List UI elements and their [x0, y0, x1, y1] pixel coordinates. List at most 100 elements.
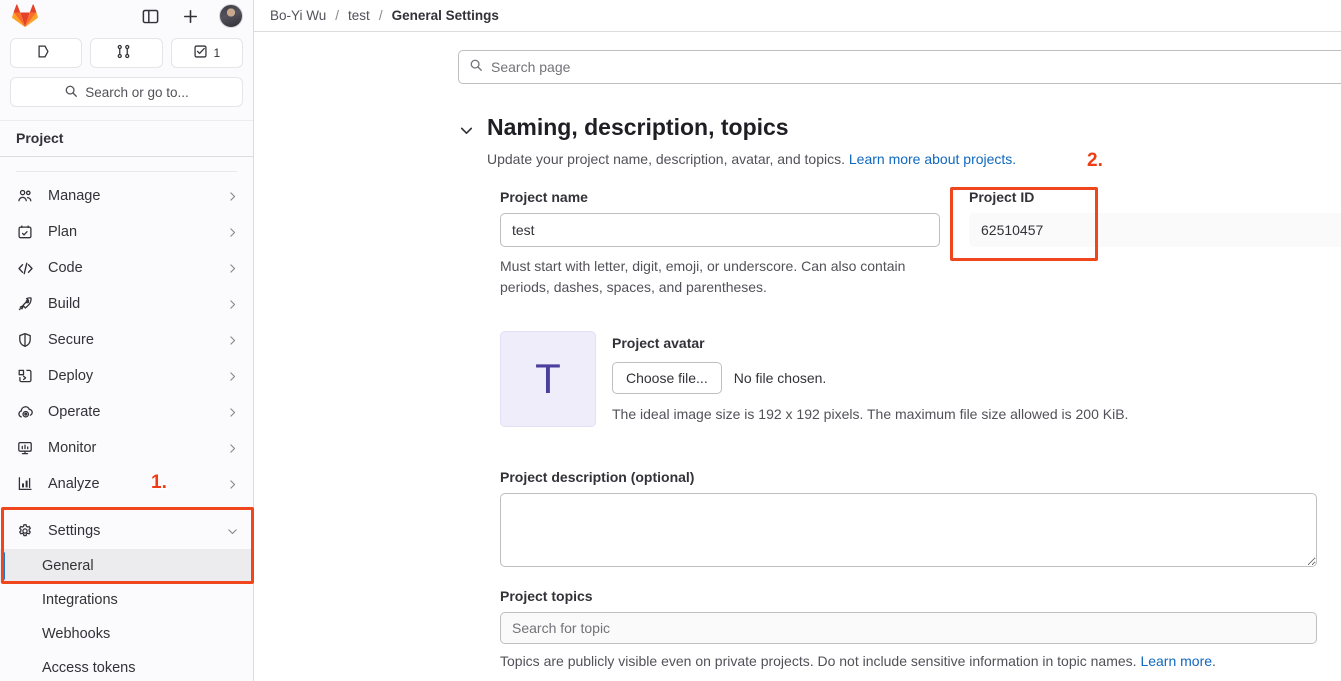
user-avatar[interactable]: [219, 4, 243, 28]
sidebar-item-label: Build: [48, 296, 81, 312]
deploy-icon: [14, 367, 36, 385]
topics-help-period: .: [1212, 653, 1216, 670]
breadcrumb: Bo-Yi Wu / test / General Settings: [254, 0, 1341, 32]
breadcrumb-project[interactable]: test: [348, 8, 370, 23]
project-name-help: Must start with letter, digit, emoji, or…: [500, 258, 906, 296]
todo-count-button[interactable]: 1: [170, 38, 243, 68]
sidebar-subitem-label: Integrations: [42, 592, 118, 608]
sidebar-item-webhooks[interactable]: Webhooks: [0, 617, 253, 651]
sidebar-nav: Manage Plan Code Build Secure Deploy Ope…: [0, 171, 253, 681]
sidebar-item-plan[interactable]: Plan: [0, 214, 253, 250]
sidebar-item-secure[interactable]: Secure: [0, 322, 253, 358]
users-icon: [14, 187, 36, 205]
sidebar-item-label: Manage: [48, 188, 101, 204]
gitlab-logo-icon[interactable]: [12, 3, 38, 29]
naming-section: Naming, description, topics Update your …: [458, 113, 1341, 669]
choose-file-button[interactable]: Choose file...: [612, 362, 722, 395]
chevron-right-icon: [226, 406, 239, 419]
settings-page: Search page Naming, description, topics …: [254, 50, 1341, 669]
chevron-right-icon: [226, 478, 239, 491]
rocket-icon: [14, 295, 36, 313]
sidebar: 1 Search or go to... Project Manage Plan…: [0, 0, 254, 681]
sidebar-item-operate[interactable]: Operate: [0, 394, 253, 430]
project-name-field: Project name: [500, 189, 940, 248]
nav-divider: [16, 171, 237, 172]
search-icon: [469, 58, 483, 77]
project-description-textarea[interactable]: [500, 493, 1317, 568]
sidebar-item-monitor[interactable]: Monitor: [0, 430, 253, 466]
merge-requests-icon: [116, 44, 131, 62]
project-description-label: Project description (optional): [500, 469, 695, 486]
project-name-label: Project name: [500, 189, 588, 206]
sidebar-item-analyze[interactable]: Analyze: [0, 466, 253, 502]
sidebar-toggle-icon[interactable]: [139, 5, 161, 27]
issues-icon: [36, 44, 51, 62]
chevron-right-icon: [226, 334, 239, 347]
search-page-placeholder: Search page: [491, 59, 571, 75]
naming-form: Project name Project ID 62510457 Must st…: [500, 189, 1341, 669]
name-id-row: Project name Project ID 62510457: [500, 189, 1341, 248]
project-id-field: Project ID 62510457: [940, 189, 1341, 248]
sidebar-item-access-tokens[interactable]: Access tokens: [0, 651, 253, 681]
section-description-text: Update your project name, description, a…: [487, 150, 845, 167]
sidebar-topbar: [0, 0, 253, 32]
main-content: Bo-Yi Wu / test / General Settings Searc…: [254, 0, 1341, 681]
sidebar-item-label: Operate: [48, 404, 101, 420]
project-avatar-section: T Project avatar Choose file... No file …: [500, 331, 1341, 428]
shield-icon: [14, 331, 36, 349]
search-input[interactable]: Search or go to...: [10, 77, 243, 107]
project-topics-input[interactable]: [500, 612, 1317, 645]
todo-count: 1: [213, 46, 221, 60]
monitor-icon: [14, 439, 36, 457]
cloud-icon: [14, 403, 36, 421]
app-root: 1 Search or go to... Project Manage Plan…: [0, 0, 1341, 681]
chevron-right-icon: [226, 190, 239, 203]
project-id-value: 62510457: [969, 213, 1341, 248]
avatar-help-text: The ideal image size is 192 x 192 pixels…: [612, 406, 1129, 423]
chart-icon: [14, 475, 36, 493]
sidebar-item-integrations[interactable]: Integrations: [0, 583, 253, 617]
sidebar-item-label: Monitor: [48, 440, 97, 456]
sidebar-item-build[interactable]: Build: [0, 286, 253, 322]
sidebar-item-label: Deploy: [48, 368, 94, 384]
sidebar-item-settings[interactable]: Settings: [0, 513, 253, 549]
breadcrumb-separator: /: [378, 8, 383, 23]
project-avatar-label: Project avatar: [612, 335, 705, 352]
sidebar-item-deploy[interactable]: Deploy: [0, 358, 253, 394]
sidebar-item-label: Settings: [48, 523, 101, 539]
learn-more-topics-link[interactable]: Learn more: [1140, 653, 1212, 669]
project-name-input[interactable]: [500, 213, 940, 248]
breadcrumb-owner[interactable]: Bo-Yi Wu: [270, 8, 326, 23]
sidebar-counts: 1: [0, 32, 253, 68]
sidebar-item-label: Code: [48, 260, 83, 276]
search-page-input[interactable]: Search page: [458, 50, 1341, 84]
calendar-icon: [14, 223, 36, 241]
todo-icon: [193, 44, 208, 62]
sidebar-item-code[interactable]: Code: [0, 250, 253, 286]
gear-icon: [14, 522, 36, 540]
sidebar-context-label: Project: [0, 120, 253, 157]
breadcrumb-current: General Settings: [391, 8, 499, 23]
section-description: Update your project name, description, a…: [487, 149, 1016, 169]
chevron-right-icon: [226, 442, 239, 455]
chevron-down-icon[interactable]: [458, 122, 475, 144]
avatar-file-row: Choose file... No file chosen.: [612, 362, 1128, 395]
merge-requests-count-button[interactable]: [90, 38, 163, 68]
sidebar-subitem-label: General: [42, 558, 94, 574]
chevron-right-icon: [226, 298, 239, 311]
plus-icon[interactable]: [179, 5, 201, 27]
search-placeholder: Search or go to...: [85, 84, 189, 100]
chevron-right-icon: [226, 370, 239, 383]
learn-more-projects-link[interactable]: Learn more about projects.: [849, 151, 1016, 167]
chevron-down-icon: [226, 525, 239, 538]
sidebar-item-manage[interactable]: Manage: [0, 178, 253, 214]
search-icon: [64, 84, 78, 101]
sidebar-item-label: Analyze: [48, 476, 100, 492]
project-topics-label: Project topics: [500, 588, 593, 605]
project-id-label: Project ID: [969, 189, 1035, 206]
issues-count-button[interactable]: [10, 38, 83, 68]
sidebar-subitem-label: Webhooks: [42, 626, 111, 642]
sidebar-item-label: Secure: [48, 332, 94, 348]
sidebar-item-general[interactable]: General: [0, 549, 253, 583]
avatar: T: [500, 331, 596, 428]
